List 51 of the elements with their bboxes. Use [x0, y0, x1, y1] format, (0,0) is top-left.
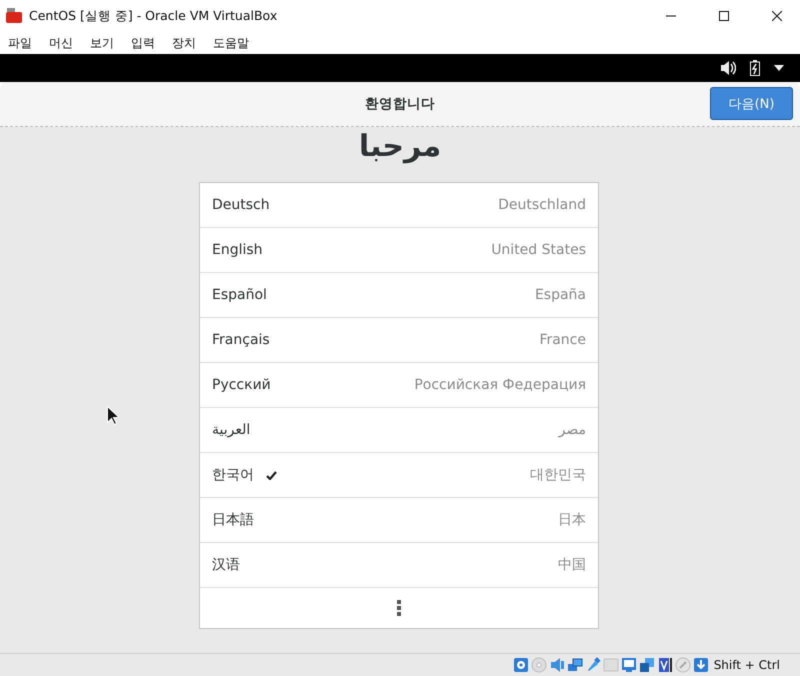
menu-item[interactable]: 파일 [2, 34, 38, 52]
language-row[interactable]: Español España [200, 273, 598, 318]
maximize-icon [719, 11, 729, 21]
host-key-label: Shift + Ctrl [714, 658, 780, 672]
windows-icon[interactable] [638, 657, 655, 673]
page-title: 환영합니다 [365, 95, 435, 113]
volume-icon[interactable] [720, 61, 736, 75]
battery-icon[interactable] [750, 60, 760, 76]
download-icon[interactable] [692, 657, 709, 673]
network-icon[interactable] [566, 657, 583, 673]
language-row[interactable]: 한국어 대한민국 [200, 453, 598, 498]
region-name: 대한민국 [530, 466, 586, 484]
language-name: Русский [212, 377, 271, 393]
welcome-heading: مرحبا [358, 129, 442, 164]
language-name: 한국어 [212, 466, 254, 484]
language-row[interactable]: العربية مصر [200, 408, 598, 453]
language-name: Français [212, 332, 270, 348]
language-row[interactable]: Français France [200, 318, 598, 363]
region-name: France [539, 332, 586, 348]
menu-item[interactable]: 보기 [84, 34, 120, 52]
menu-item[interactable]: 머신 [43, 34, 79, 52]
region-name: United States [491, 242, 586, 258]
region-name: Российская Федерация [414, 377, 586, 393]
language-name: 汉语 [212, 556, 240, 574]
menu-item[interactable]: 도움말 [207, 34, 255, 52]
language-row[interactable]: Русский Российская Федерация [200, 363, 598, 408]
language-name: Español [212, 287, 267, 303]
close-icon [772, 11, 782, 21]
language-name: Deutsch [212, 197, 270, 213]
region-name: España [534, 287, 586, 303]
region-name: مصر [558, 422, 586, 438]
dropdown-arrow-icon[interactable] [774, 65, 784, 71]
language-row[interactable]: 日本語 日本 [200, 498, 598, 543]
app-icon [6, 8, 22, 24]
language-row[interactable]: 汉语 中国 [200, 543, 598, 588]
language-name: English [212, 242, 263, 258]
region-name: 中国 [558, 556, 586, 574]
menu-item[interactable]: 입력 [125, 34, 161, 52]
language-row[interactable]: English United States [200, 228, 598, 273]
display-icon[interactable] [620, 657, 637, 673]
menu-item[interactable]: 장치 [166, 34, 202, 52]
language-name: 日本語 [212, 511, 254, 529]
language-name: العربية [212, 422, 250, 438]
region-name: Deutschland [498, 197, 586, 213]
language-row[interactable]: Deutsch Deutschland [200, 183, 598, 228]
region-name: 日本 [558, 511, 586, 529]
speaker-icon[interactable] [548, 657, 565, 673]
next-button[interactable]: 다음(N) [710, 87, 793, 120]
mouse-pointer-icon [107, 406, 119, 425]
more-icon[interactable] [397, 600, 401, 616]
window-title: CentOS [실행 중] - Oracle VM VirtualBox [29, 8, 278, 24]
